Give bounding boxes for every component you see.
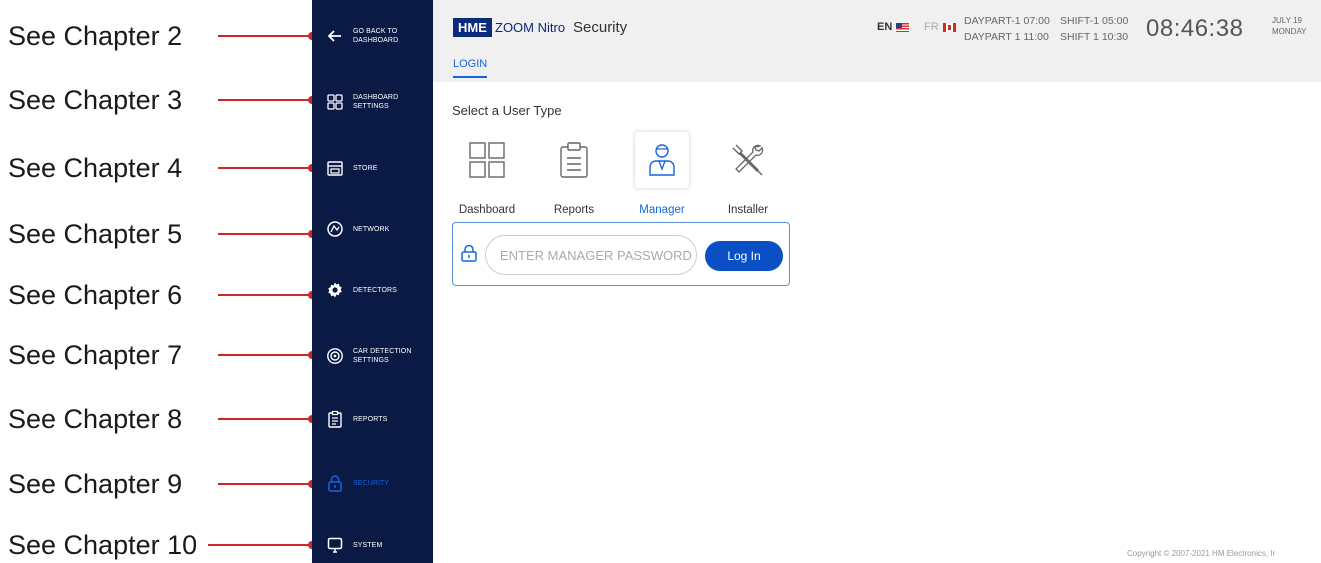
clipboard-icon — [326, 410, 344, 428]
select-user-type-heading: Select a User Type — [452, 103, 562, 118]
language-fr-button[interactable]: FR — [924, 21, 956, 33]
sidebar-item-detectors[interactable]: DETECTORS — [312, 270, 433, 310]
copyright-text: Copyright © 2007-2021 HM Electronics, Ir — [1127, 549, 1276, 558]
callout-label: See Chapter 7 — [8, 340, 183, 370]
manager-password-input[interactable] — [485, 235, 697, 275]
sidebar-item-label: SECURITY — [353, 479, 390, 487]
monitor-icon — [326, 536, 344, 554]
sidebar-item-label: STORE — [353, 164, 378, 172]
login-button[interactable]: Log In — [705, 241, 783, 271]
sidebar-item-car-detection-settings[interactable]: CAR DETECTION SETTINGS — [312, 336, 433, 376]
main-content: HME ZOOM Nitro Security LOGIN EN FR DAYP… — [433, 0, 1321, 563]
user-type-dashboard[interactable]: Dashboard — [452, 132, 522, 220]
user-type-reports[interactable]: Reports — [539, 132, 609, 220]
page-title: Security — [573, 19, 628, 36]
date-display: JULY 19 MONDAY — [1272, 15, 1307, 37]
callout-label: See Chapter 5 — [8, 219, 183, 249]
callout-label: See Chapter 10 — [8, 530, 198, 560]
sidebar-item-security[interactable]: SECURITY — [312, 463, 433, 503]
callout-chapter-4: See Chapter 4 — [0, 153, 316, 183]
sidebar-item-label: NETWORK — [353, 225, 390, 233]
callout-label: See Chapter 9 — [8, 469, 183, 499]
tools-icon — [721, 132, 775, 188]
clipboard-icon — [547, 132, 601, 188]
callout-label: See Chapter 4 — [8, 153, 183, 183]
dashboard-grid-icon — [460, 132, 514, 188]
header: HME ZOOM Nitro Security LOGIN EN FR DAYP… — [433, 0, 1321, 82]
callout-chapter-9: See Chapter 9 — [0, 469, 316, 499]
callout-label: See Chapter 6 — [8, 280, 183, 310]
network-icon — [326, 220, 344, 238]
user-type-manager[interactable]: Manager — [627, 132, 697, 220]
sidebar-item-dashboard-settings[interactable]: DASHBOARD SETTINGS — [312, 82, 433, 122]
sidebar-item-label: CAR DETECTION SETTINGS — [353, 348, 412, 364]
sidebar-item-store[interactable]: STORE — [312, 148, 433, 188]
sidebar-item-system[interactable]: SYSTEM — [312, 525, 433, 563]
date-line-1: JULY 19 — [1272, 16, 1302, 25]
sidebar-item-network[interactable]: NETWORK — [312, 209, 433, 249]
store-icon — [326, 159, 344, 177]
sidebar-item-go-back[interactable]: GO BACK TO DASHBOARD — [312, 16, 433, 56]
clock: 08:46:38 — [1146, 15, 1244, 42]
user-type-label: Installer — [727, 204, 769, 216]
user-type-label: Reports — [553, 204, 595, 216]
sidebar-item-reports[interactable]: REPORTS — [312, 399, 433, 439]
daypart-line-1: DAYPART-1 07:00 — [964, 15, 1050, 27]
user-type-installer[interactable]: Installer — [713, 132, 783, 220]
canada-flag-icon — [942, 22, 956, 32]
language-en-label: EN — [877, 21, 893, 33]
lock-icon — [461, 244, 477, 262]
language-fr-label: FR — [924, 21, 939, 33]
shift-info: SHIFT-1 05:00 SHIFT 1 10:30 — [1060, 13, 1128, 45]
brand-logo: HME — [453, 18, 492, 37]
sidebar-item-label: REPORTS — [353, 415, 388, 423]
date-line-2: MONDAY — [1272, 27, 1307, 36]
product-name: ZOOM Nitro — [495, 20, 566, 35]
callout-label: See Chapter 2 — [8, 21, 183, 51]
language-en-button[interactable]: EN — [877, 21, 910, 33]
sidebar-item-label: DASHBOARD SETTINGS — [353, 94, 399, 110]
callout-label: See Chapter 3 — [8, 85, 183, 115]
callout-chapter-8: See Chapter 8 — [0, 404, 316, 434]
daypart-info: DAYPART-1 07:00 DAYPART 1 11:00 — [964, 13, 1050, 45]
callout-chapter-3: See Chapter 3 — [0, 85, 316, 115]
sidebar-item-label: SYSTEM — [353, 541, 383, 549]
gear-icon — [326, 281, 344, 299]
manager-icon — [635, 132, 689, 188]
callout-chapter-2: See Chapter 2 — [0, 21, 316, 51]
us-flag-icon — [896, 22, 910, 32]
shift-line-2: SHIFT 1 10:30 — [1060, 31, 1129, 43]
login-form: Log In — [452, 222, 790, 286]
user-type-label: Dashboard — [458, 204, 516, 216]
lock-icon — [326, 474, 344, 492]
daypart-line-2: DAYPART 1 11:00 — [964, 31, 1049, 43]
callout-chapter-6: See Chapter 6 — [0, 280, 316, 310]
sidebar-item-label: DETECTORS — [353, 286, 397, 294]
callout-chapter-10: See Chapter 10 — [0, 530, 316, 560]
callout-label: See Chapter 8 — [8, 404, 183, 434]
tab-login[interactable]: LOGIN — [453, 58, 488, 78]
arrow-left-icon — [326, 27, 344, 45]
shift-line-1: SHIFT-1 05:00 — [1060, 15, 1129, 27]
sidebar: GO BACK TO DASHBOARD DASHBOARD SETTINGS … — [312, 0, 433, 563]
callout-chapter-5: See Chapter 5 — [0, 219, 316, 249]
target-icon — [326, 347, 344, 365]
callout-chapter-7: See Chapter 7 — [0, 340, 316, 370]
grid-icon — [326, 93, 344, 111]
user-type-label: Manager — [639, 204, 685, 216]
sidebar-item-label: GO BACK TO DASHBOARD — [353, 28, 399, 44]
